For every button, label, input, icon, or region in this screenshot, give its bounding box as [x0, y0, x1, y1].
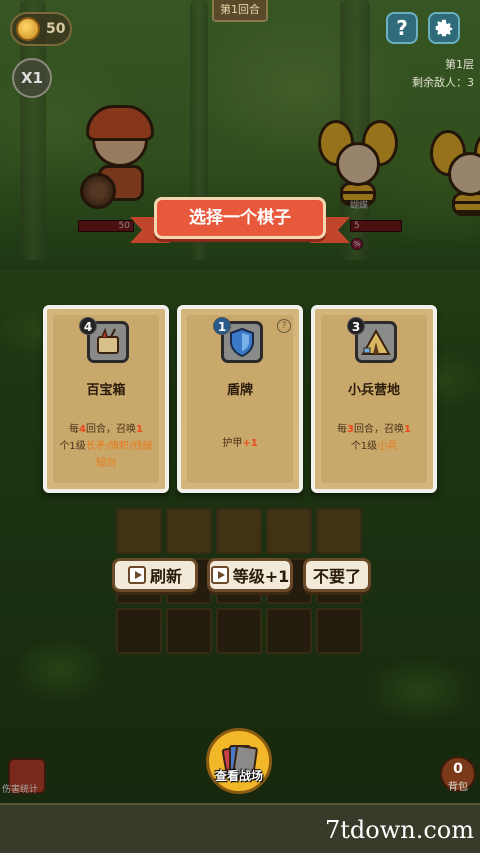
help-button[interactable]: ? [386, 12, 418, 44]
view-battlefield-button[interactable] [206, 728, 272, 794]
settings-button[interactable] [428, 12, 460, 44]
piece-card-soldier-camp[interactable]: 3 小兵营地 每3回合，召唤1 个1级小兵 [311, 305, 437, 493]
bag-label: 背包 [448, 782, 468, 793]
floor-info: 第1层 剩余敌人：3 [412, 56, 474, 92]
choose-piece-banner: 选择一个棋子 [130, 193, 350, 253]
card-level: 4 [79, 317, 97, 335]
view-battlefield-label: 查看战场 [214, 769, 263, 783]
coin-value: 50 [46, 21, 66, 37]
watermark: 7tdown.com [324, 816, 474, 844]
damage-stats-label: 伤害统计 [2, 785, 39, 795]
video-ad-icon [127, 566, 146, 584]
gear-icon [435, 19, 453, 37]
level-up-button[interactable]: 等级+1 [207, 558, 293, 592]
card-description: 每4回合，召唤1 个1级长矛/旗帜/残破短剑 [59, 424, 153, 469]
coin-counter: 50 [10, 12, 72, 46]
coin-icon [16, 17, 40, 41]
piece-card-treasure-chest[interactable]: 4 百宝箱 每4回合，召唤1 个1级长矛/旗帜/残破短剑 [43, 305, 169, 493]
card-title: 百宝箱 [86, 383, 126, 398]
refresh-label: 刷新 [149, 567, 182, 586]
card-title: 小兵营地 [347, 383, 400, 398]
video-ad-icon [210, 566, 229, 584]
refresh-button[interactable]: 刷新 [112, 558, 198, 592]
piece-card-shield[interactable]: 1 ? 盾牌 护甲+1 [177, 305, 303, 493]
round-indicator: 第1回合 [212, 0, 268, 22]
card-title: 盾牌 [226, 383, 253, 398]
banner-text: 选择一个棋子 [154, 197, 326, 239]
skip-label: 不要了 [312, 567, 361, 586]
skip-button[interactable]: 不要了 [303, 558, 371, 592]
level-up-label: 等级+1 [232, 567, 290, 586]
info-icon[interactable]: ? [277, 319, 291, 333]
card-level: 3 [347, 317, 365, 335]
speed-button[interactable]: X1 [12, 58, 52, 98]
floor-label: 第1层 [445, 58, 474, 71]
card-description: 护甲+1 [222, 438, 258, 449]
card-description: 每3回合，召唤1 个1级小兵 [337, 424, 411, 452]
enemies-left: 剩余敌人：3 [412, 76, 474, 89]
card-level: 1 [213, 317, 231, 335]
game-scene: 50 蝴蝶 5 % 50 第1回合 X1 ? 第1层 剩余敌人：3 选择一个棋子… [0, 0, 480, 853]
